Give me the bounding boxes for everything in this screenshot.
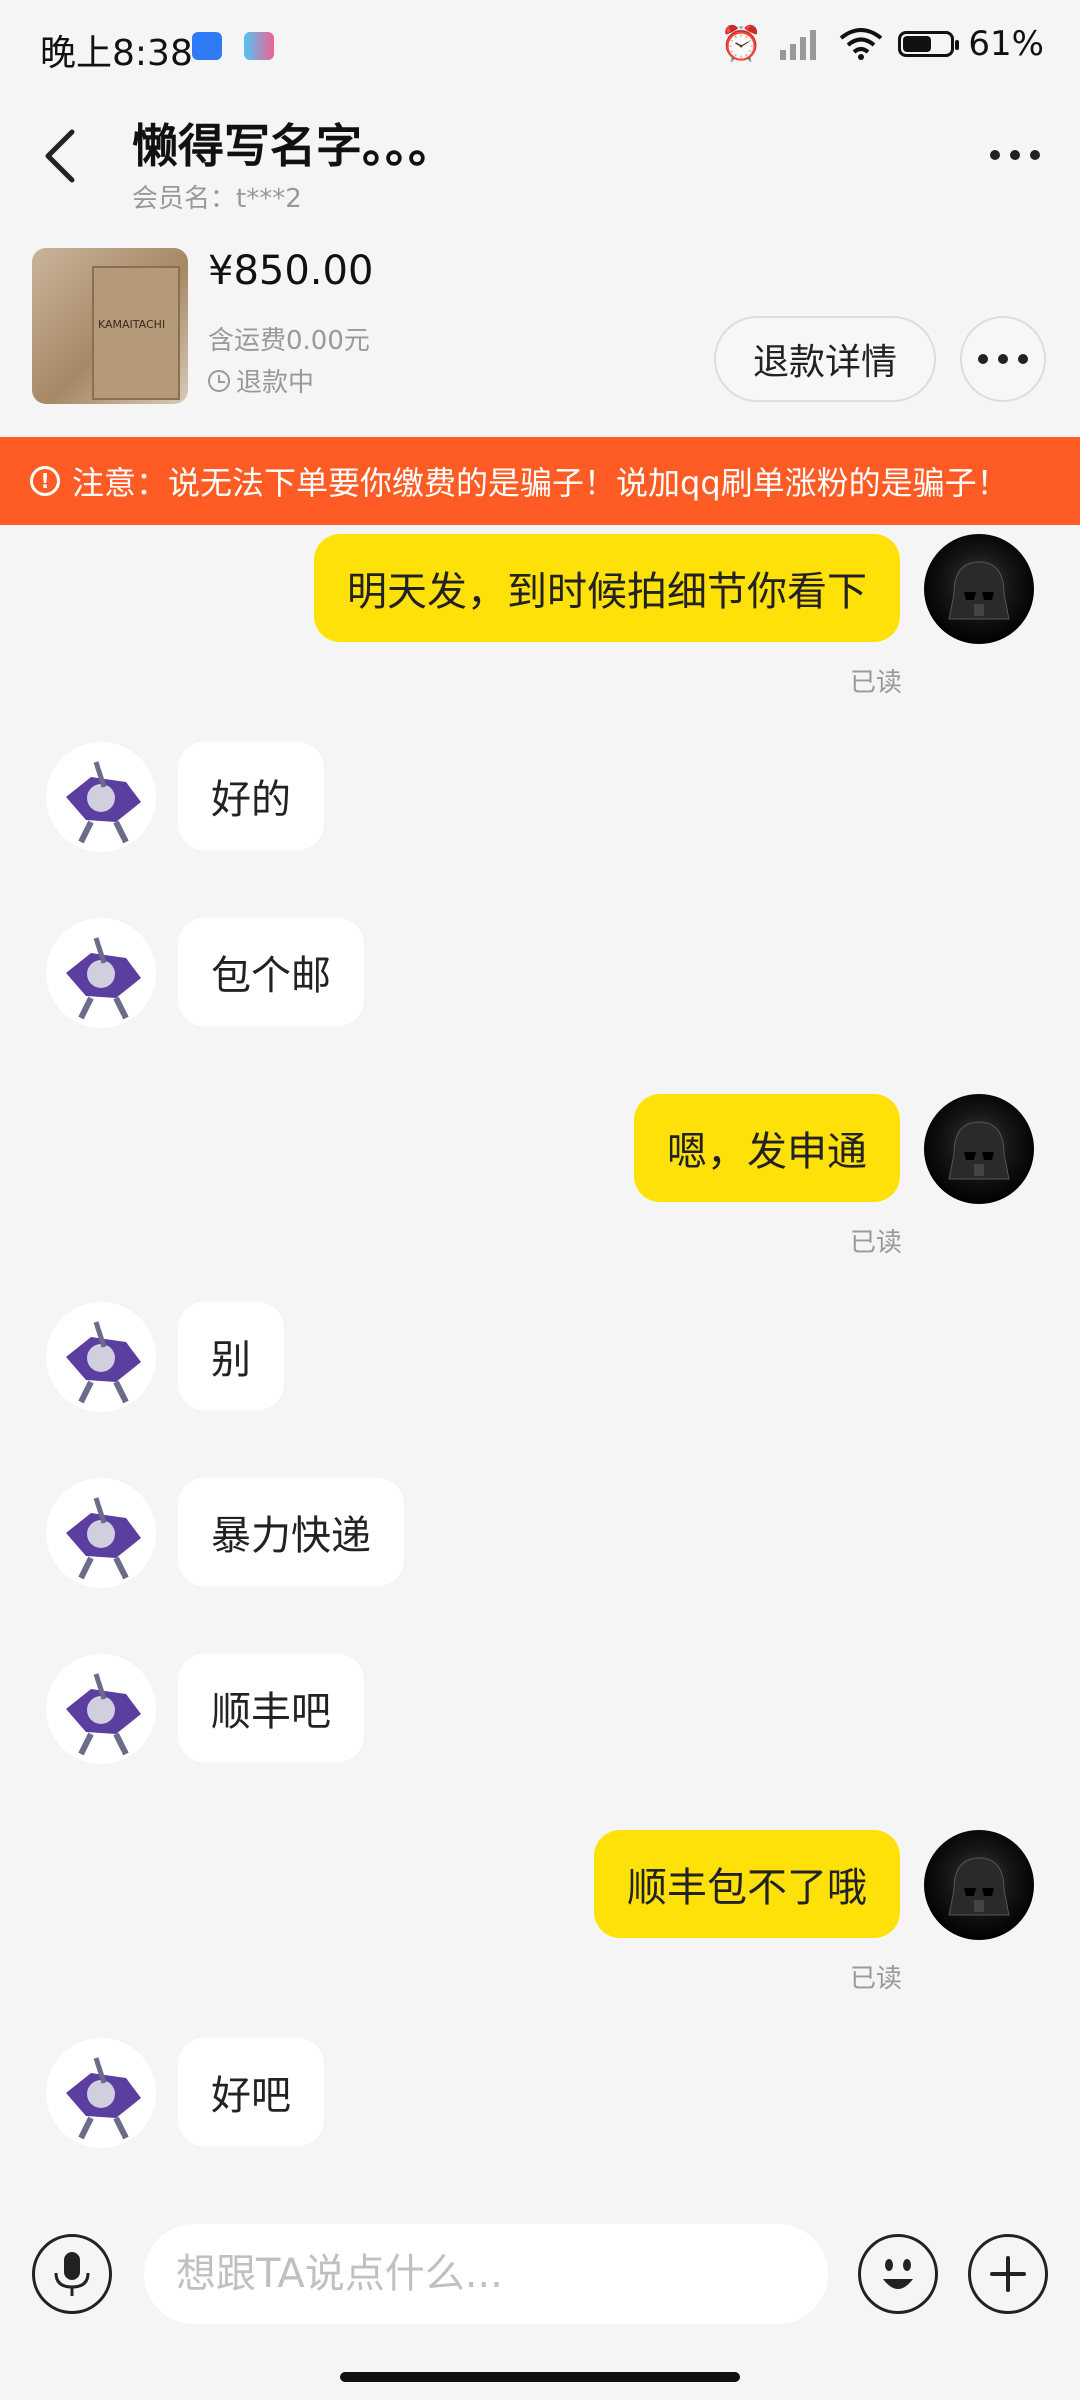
- warning-icon: !: [30, 466, 60, 496]
- warning-text: 注意：说无法下单要你缴费的是骗子！说加qq刷单涨粉的是骗子！: [72, 464, 1009, 502]
- helmet-avatar-icon: [948, 1121, 1010, 1180]
- alarm-icon: ⏰: [720, 24, 763, 64]
- shipping-fee: 含运费0.00元: [208, 326, 370, 356]
- helmet-avatar-icon: [948, 561, 1010, 620]
- wifi-icon: [840, 28, 883, 60]
- contact-avatar[interactable]: [46, 1302, 156, 1412]
- contact-avatar[interactable]: [46, 1478, 156, 1588]
- home-indicator[interactable]: [340, 2372, 740, 2382]
- product-card[interactable]: KAMAITACHI ¥850.00 含运费0.00元 退款中 退款详情: [0, 240, 1080, 420]
- voice-button[interactable]: [32, 2234, 112, 2314]
- product-box-image: [92, 266, 180, 400]
- page-title: 懒得写名字。。。: [132, 119, 454, 173]
- emoji-button[interactable]: [858, 2234, 938, 2314]
- clock-icon: [208, 369, 230, 392]
- contact-avatar[interactable]: [46, 1654, 156, 1764]
- robot-avatar-icon: [66, 1673, 141, 1756]
- thumb-label: KAMAITACHI: [98, 318, 166, 331]
- battery-icon: [898, 31, 960, 57]
- message-input[interactable]: [144, 2224, 828, 2324]
- read-receipt: 已读: [849, 1964, 902, 1994]
- message-bubble[interactable]: 嗯，发申通: [634, 1094, 900, 1202]
- message-bubble[interactable]: 好吧: [178, 2038, 324, 2146]
- robot-avatar-icon: [66, 761, 141, 844]
- battery-fill: [903, 36, 932, 52]
- chevron-left-icon: [45, 129, 75, 183]
- chat-header: 懒得写名字。。。 会员名：t***2: [0, 100, 1080, 220]
- read-receipt: 已读: [849, 668, 902, 698]
- refund-status: 退款中: [208, 362, 314, 399]
- message-bubble[interactable]: 顺丰吧: [178, 1654, 364, 1762]
- message-bubble[interactable]: 暴力快递: [178, 1478, 404, 1586]
- message-input-bar: [0, 2210, 1080, 2340]
- member-name: 会员名：t***2: [132, 184, 302, 214]
- my-avatar[interactable]: [924, 1830, 1034, 1940]
- signal-icon: [780, 30, 817, 60]
- robot-avatar-icon: [66, 1497, 141, 1580]
- read-receipt: 已读: [849, 1228, 902, 1258]
- more-actions-button[interactable]: [968, 2234, 1048, 2314]
- status-bar: 晚上8:38 ⏰ 61%: [0, 0, 1080, 92]
- battery-percent: 61%: [968, 24, 1044, 64]
- smiley-icon: [883, 2259, 913, 2289]
- status-right-group: ⏰ 61%: [720, 24, 1044, 64]
- refund-details-button[interactable]: 退款详情: [714, 316, 936, 402]
- status-time: 晚上8:38: [40, 33, 193, 74]
- product-more-button[interactable]: [960, 316, 1046, 402]
- message-bubble[interactable]: 顺丰包不了哦: [594, 1830, 900, 1938]
- robot-avatar-icon: [66, 937, 141, 1020]
- message-bubble[interactable]: 包个邮: [178, 918, 364, 1026]
- contact-avatar[interactable]: [46, 918, 156, 1028]
- my-avatar[interactable]: [924, 1094, 1034, 1204]
- robot-avatar-icon: [66, 2057, 141, 2140]
- more-button[interactable]: [980, 130, 1050, 180]
- plus-icon: [990, 2256, 1026, 2292]
- my-avatar[interactable]: [924, 534, 1034, 644]
- product-price: ¥850.00: [208, 248, 374, 294]
- microphone-icon: [54, 2252, 90, 2296]
- message-bubble[interactable]: 明天发，到时候拍细节你看下: [314, 534, 900, 642]
- more-dots-icon: [990, 150, 1040, 160]
- back-button[interactable]: [36, 126, 86, 186]
- message-bubble[interactable]: 好的: [178, 742, 324, 850]
- refund-status-label: 退款中: [236, 368, 315, 398]
- game-icon: [244, 32, 274, 60]
- message-bubble[interactable]: 别: [178, 1302, 284, 1410]
- product-thumbnail[interactable]: KAMAITACHI: [32, 248, 188, 404]
- helmet-avatar-icon: [948, 1857, 1010, 1916]
- app-shield-icon: [192, 32, 222, 60]
- robot-avatar-icon: [66, 1321, 141, 1404]
- contact-avatar[interactable]: [46, 742, 156, 852]
- scam-warning-banner: ! 注意：说无法下单要你缴费的是骗子！说加qq刷单涨粉的是骗子！: [0, 437, 1080, 525]
- more-dots-icon: [978, 354, 1028, 364]
- contact-avatar[interactable]: [46, 2038, 156, 2148]
